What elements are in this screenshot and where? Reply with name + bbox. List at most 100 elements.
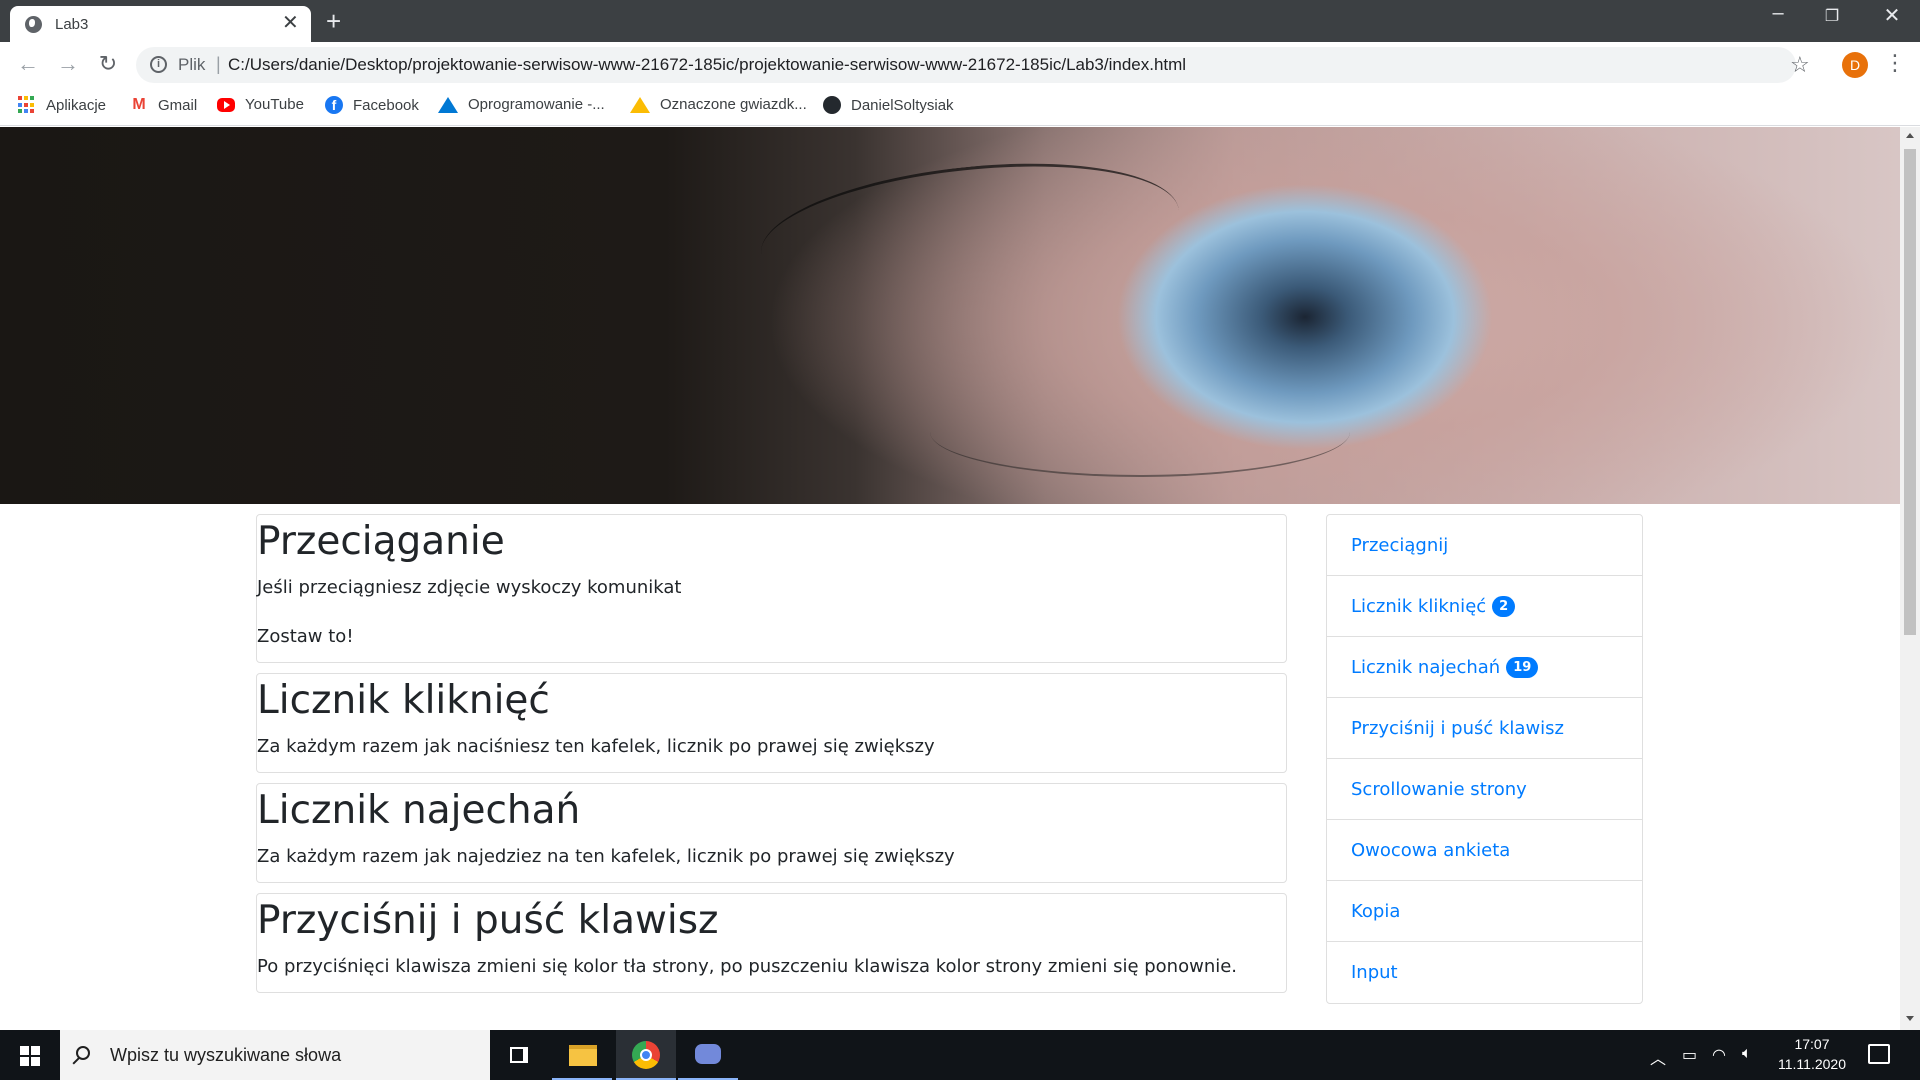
taskbar-clock[interactable]: 17:07 11.11.2020 [1772, 1034, 1852, 1074]
card-text: Za każdym razem jak najedziez na ten kaf… [257, 846, 955, 867]
card-title: Licznik najechań [257, 788, 581, 833]
click-counter-badge: 2 [1492, 595, 1516, 617]
apps-grid-icon [18, 96, 36, 114]
nav-link-owocowa-ankieta[interactable]: Owocowa ankieta [1327, 820, 1642, 881]
chrome-icon [632, 1041, 660, 1069]
task-view-icon [510, 1047, 528, 1063]
nav-link-label: Przeciągnij [1351, 534, 1449, 556]
bookmark-aplikacje[interactable]: Aplikacje [18, 96, 106, 114]
globe-icon [25, 16, 42, 33]
card-przeciaganie[interactable]: Przeciąganie Jeśli przeciągniesz zdjęcie… [256, 514, 1287, 663]
facebook-icon: f [325, 96, 343, 114]
nav-link-kopia[interactable]: Kopia [1327, 881, 1642, 942]
battery-icon[interactable]: ▭ [1682, 1045, 1697, 1065]
browser-tab-strip: Lab3 ✕ + – ❐ ✕ [0, 0, 1920, 42]
bookmark-label: Oprogramowanie -... [468, 96, 605, 113]
azure-icon [438, 96, 458, 113]
nav-link-label: Input [1351, 962, 1398, 983]
bookmark-label: Facebook [353, 96, 419, 114]
bookmark-danielsoltysiak[interactable]: DanielSoltysiak [823, 96, 954, 114]
nav-link-input[interactable]: Input [1327, 942, 1642, 1003]
minimize-button[interactable]: – [1758, 2, 1798, 25]
back-button[interactable]: ← [14, 51, 42, 77]
side-navigation: Przeciągnij Licznik kliknięć 2 Licznik n… [1326, 514, 1643, 1004]
tab-title: Lab3 [55, 16, 89, 33]
clock-date: 11.11.2020 [1778, 1056, 1846, 1072]
search-icon [76, 1046, 90, 1060]
folder-icon [569, 1045, 597, 1066]
windows-taskbar: Wpisz tu wyszukiwane słowa ︿ ▭ ◠ 🔈︎ 17:0… [0, 1030, 1920, 1080]
bookmarks-bar: Aplikacje M Gmail YouTube f Facebook Opr… [0, 88, 1920, 126]
taskbar-file-explorer[interactable] [552, 1030, 612, 1080]
scroll-down-arrow-icon[interactable] [1906, 1016, 1914, 1021]
discord-icon [695, 1044, 721, 1064]
notification-center-icon[interactable] [1868, 1044, 1890, 1064]
windows-logo-icon [20, 1046, 40, 1066]
hero-eye-image[interactable] [0, 127, 1900, 504]
bookmark-label: Oznaczone gwiazdk... [660, 96, 807, 113]
address-separator: | [216, 54, 221, 74]
scrollbar-thumb[interactable] [1904, 149, 1916, 635]
taskbar-search[interactable]: Wpisz tu wyszukiwane słowa [60, 1030, 490, 1080]
card-title: Przyciśnij i puść klawisz [257, 898, 719, 943]
card-title: Przeciąganie [257, 519, 505, 564]
page-viewport[interactable]: Przeciąganie Jeśli przeciągniesz zdjęcie… [0, 127, 1920, 1030]
hover-counter-badge: 19 [1506, 656, 1539, 678]
address-bar[interactable]: i Plik | C:/Users/danie/Desktop/projekto… [136, 47, 1810, 83]
info-icon[interactable]: i [150, 56, 167, 73]
card-title: Licznik kliknięć [257, 678, 550, 723]
nav-link-label: Owocowa ankieta [1351, 839, 1511, 861]
profile-avatar[interactable]: D [1842, 52, 1868, 78]
chevron-up-icon[interactable]: ︿ [1650, 1045, 1666, 1069]
github-icon [823, 96, 841, 114]
card-licznik-najechan[interactable]: Licznik najechań Za każdym razem jak naj… [256, 783, 1287, 883]
volume-icon[interactable]: 🔈︎ [1742, 1045, 1752, 1063]
scroll-up-arrow-icon[interactable] [1906, 133, 1914, 138]
nav-link-licznik-najechan[interactable]: Licznik najechań 19 [1327, 637, 1642, 698]
card-text: Po przyciśnięci klawisza zmieni się kolo… [257, 956, 1238, 977]
bookmark-oprogramowanie[interactable]: Oprogramowanie -... [438, 96, 605, 113]
bookmark-facebook[interactable]: f Facebook [325, 96, 419, 114]
nav-link-label: Licznik kliknięć [1351, 595, 1487, 617]
nav-link-scrollowanie[interactable]: Scrollowanie strony [1327, 759, 1642, 820]
taskbar-chrome[interactable] [616, 1030, 676, 1080]
youtube-icon [217, 97, 235, 112]
taskbar-discord[interactable] [678, 1030, 738, 1080]
card-text: Jeśli przeciągniesz zdjęcie wyskoczy kom… [257, 577, 682, 598]
bookmark-youtube[interactable]: YouTube [217, 96, 304, 113]
browser-menu-icon[interactable]: ⋮ [1884, 50, 1906, 76]
main-content: Przeciąganie Jeśli przeciągniesz zdjęcie… [256, 514, 1287, 1003]
page-scrollbar[interactable] [1900, 127, 1920, 1030]
bookmark-oznaczone-gwiazdka[interactable]: Oznaczone gwiazdk... [630, 96, 807, 113]
address-scheme-label: Plik [178, 55, 206, 74]
nav-link-label: Scrollowanie strony [1351, 778, 1527, 800]
start-button[interactable] [0, 1030, 60, 1080]
nav-link-przycisnij-klawisz[interactable]: Przyciśnij i puść klawisz [1327, 698, 1642, 759]
nav-link-licznik-klikniec[interactable]: Licznik kliknięć 2 [1327, 576, 1642, 637]
browser-tab[interactable]: Lab3 ✕ [10, 6, 311, 42]
wifi-icon[interactable]: ◠ [1712, 1045, 1726, 1065]
forward-button[interactable]: → [54, 51, 82, 77]
task-view-button[interactable] [490, 1030, 550, 1080]
bookmark-label: Gmail [158, 96, 198, 114]
bookmark-star-icon[interactable]: ☆ [1790, 52, 1810, 78]
bookmark-gmail[interactable]: M Gmail [130, 96, 197, 114]
card-text: Za każdym razem jak naciśniesz ten kafel… [257, 736, 935, 757]
tab-close-button[interactable]: ✕ [282, 12, 299, 34]
nav-link-label: Kopia [1351, 900, 1401, 922]
restore-button[interactable]: ❐ [1812, 6, 1852, 26]
card-licznik-klikniec[interactable]: Licznik kliknięć Za każdym razem jak nac… [256, 673, 1287, 773]
nav-link-label: Przyciśnij i puść klawisz [1351, 717, 1565, 739]
bookmark-label: DanielSoltysiak [851, 96, 954, 114]
bookmark-label: Aplikacje [46, 96, 107, 114]
address-url[interactable]: C:/Users/danie/Desktop/projektowanie-ser… [228, 55, 1186, 75]
window-close-button[interactable]: ✕ [1872, 3, 1912, 28]
card-przycisnij-klawisz[interactable]: Przyciśnij i puść klawisz Po przyciśnięc… [256, 893, 1287, 993]
taskbar-search-placeholder: Wpisz tu wyszukiwane słowa [110, 1045, 342, 1065]
gmail-icon: M [132, 96, 146, 113]
nav-link-przeciagnij[interactable]: Przeciągnij [1327, 515, 1642, 576]
reload-button[interactable]: ↻ [94, 51, 122, 77]
nav-link-label: Licznik najechań [1351, 656, 1501, 678]
new-tab-button[interactable]: + [326, 7, 341, 35]
hero-eyelash-lower [930, 387, 1350, 477]
